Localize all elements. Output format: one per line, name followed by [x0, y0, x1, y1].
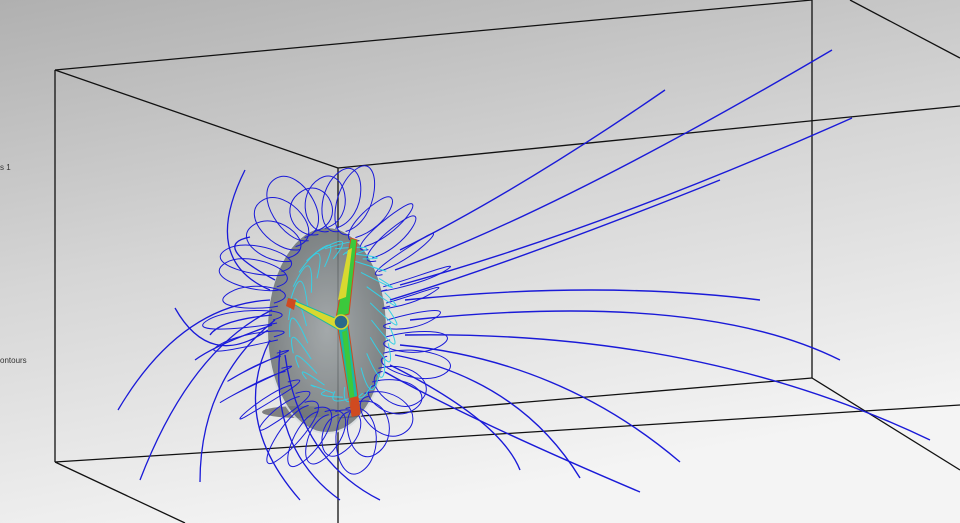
panel-label-1: s 1: [0, 163, 11, 172]
rotor-hub: [333, 314, 349, 330]
flow-scene[interactable]: [0, 0, 960, 523]
3d-viewport[interactable]: s 1 ontours: [0, 0, 960, 523]
rotor-swept-disc: [266, 226, 388, 434]
panel-label-2: ontours: [0, 356, 27, 365]
